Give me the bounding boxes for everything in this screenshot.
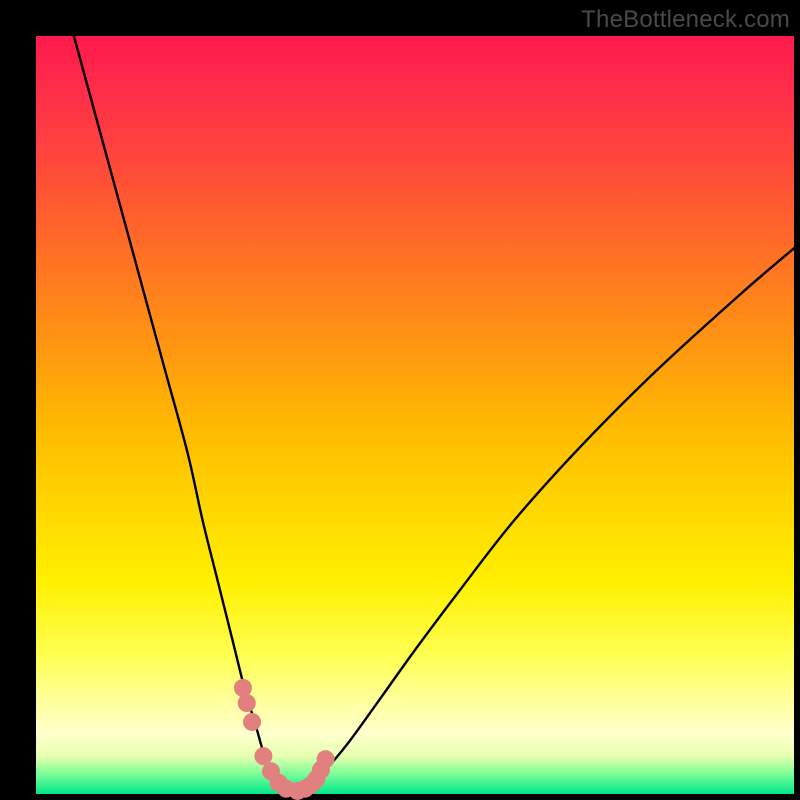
marker-group — [234, 679, 335, 800]
marker-point — [243, 713, 261, 731]
marker-point — [234, 679, 252, 697]
curve-layer — [36, 36, 794, 794]
bottleneck-curve — [74, 36, 794, 792]
watermark-text: TheBottleneck.com — [581, 6, 790, 34]
chart-frame: TheBottleneck.com — [0, 0, 800, 800]
marker-point — [238, 694, 256, 712]
marker-point — [317, 750, 335, 768]
plot-area — [36, 36, 794, 794]
